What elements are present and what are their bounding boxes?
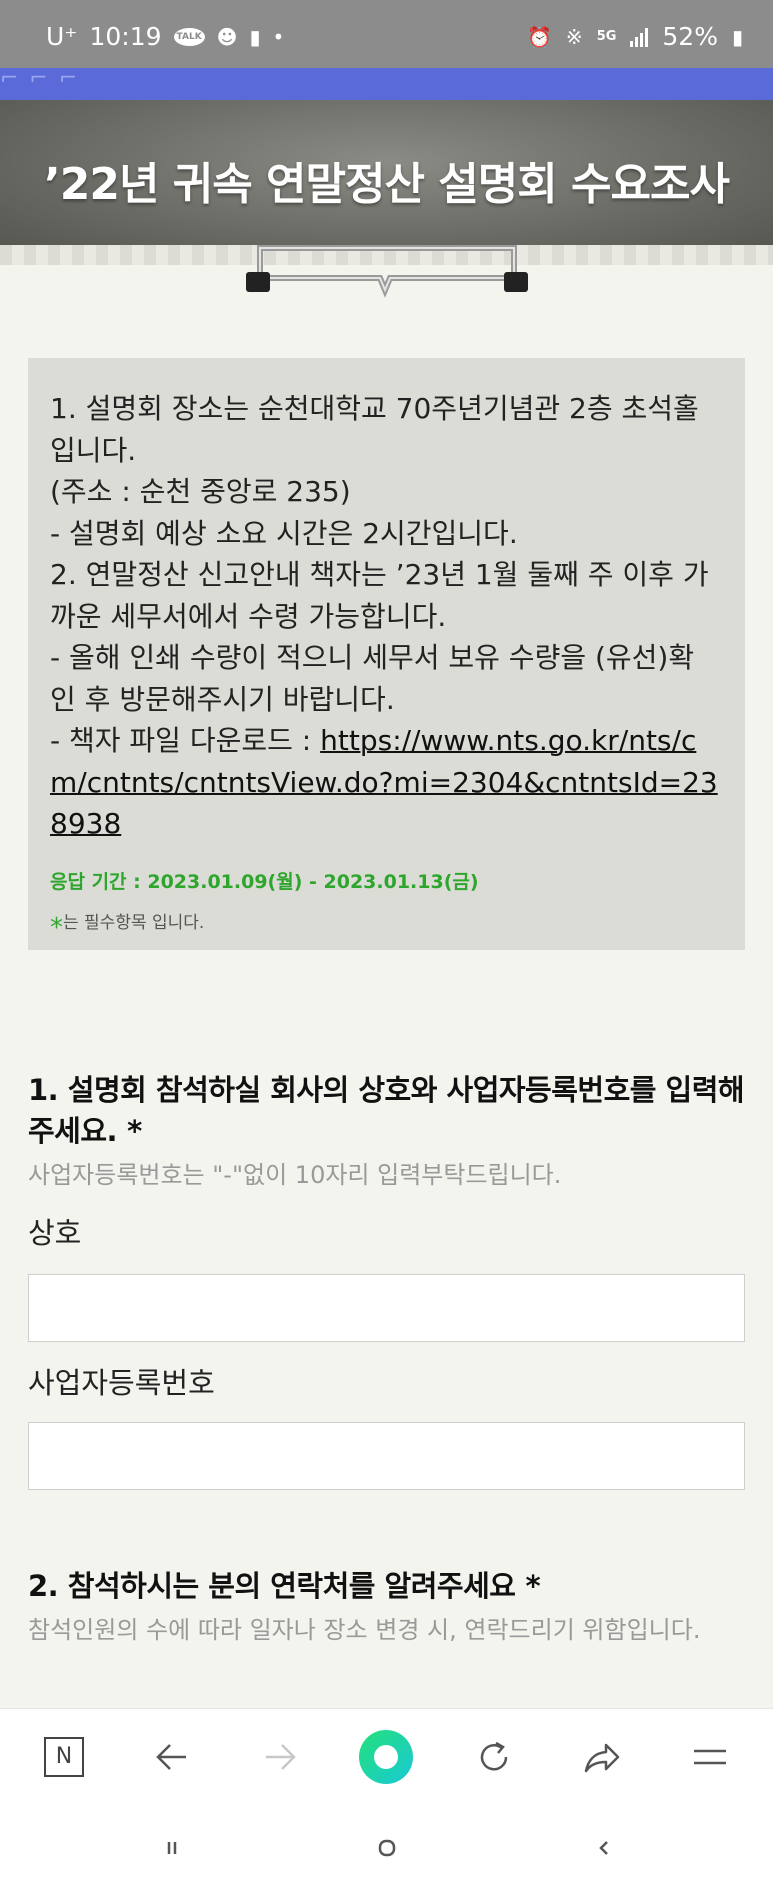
home-icon bbox=[378, 1839, 396, 1857]
share-icon bbox=[584, 1743, 620, 1773]
naver-home-button[interactable]: N bbox=[34, 1727, 94, 1787]
battery-level: 52% bbox=[662, 22, 718, 51]
top-toolbar-strip: ⌐ ⌐ ⌐ bbox=[0, 66, 773, 100]
home-button[interactable] bbox=[367, 1830, 407, 1866]
recent-apps-icon bbox=[167, 1842, 177, 1854]
signal-icon bbox=[630, 27, 649, 47]
company-name-input[interactable] bbox=[28, 1274, 745, 1342]
question-2-title: 2. 참석하시는 분의 연락처를 알려주세요 * bbox=[28, 1569, 541, 1603]
arrow-left-icon bbox=[156, 1744, 186, 1770]
reload-button[interactable] bbox=[464, 1727, 524, 1787]
question-1-description: 사업자등록번호는 "-"없이 10자리 입력부탁드립니다. bbox=[28, 1161, 562, 1189]
business-number-input[interactable] bbox=[28, 1422, 745, 1490]
company-name-label: 상호 bbox=[28, 1216, 82, 1250]
notice-body: 1. 설명회 장소는 순천대학교 70주년기념관 2층 초석홀입니다. (주소 … bbox=[50, 392, 709, 757]
status-bar: U⁺ 10:19 TALK ☻ ▮ • ⏰ ※ 5G 52% ▮ bbox=[0, 0, 773, 68]
green-dot-icon bbox=[359, 1730, 413, 1784]
alarm-icon: ⏰ bbox=[527, 24, 552, 49]
business-number-label: 사업자등록번호 bbox=[28, 1366, 215, 1400]
clipboard-clip-icon bbox=[246, 245, 528, 298]
question-2-description: 참석인원의 수에 따라 일자나 장소 변경 시, 연락드리기 위함입니다. bbox=[28, 1616, 701, 1644]
notice-box: 1. 설명회 장소는 순천대학교 70주년기념관 2층 초석홀입니다. (주소 … bbox=[28, 358, 745, 950]
forward-button[interactable] bbox=[250, 1727, 310, 1787]
question-1: 1. 설명회 참석하실 회사의 상호와 사업자등록번호를 입력해주세요. * 사업… bbox=[28, 1070, 748, 1194]
battery-icon: ▮ bbox=[731, 24, 743, 49]
required-star: * bbox=[50, 912, 63, 943]
required-star: * bbox=[525, 1569, 541, 1603]
app-notification-icon: ☻ bbox=[216, 24, 238, 49]
share-button[interactable] bbox=[572, 1727, 632, 1787]
arrow-right-icon bbox=[266, 1744, 296, 1770]
system-back-button[interactable] bbox=[584, 1830, 624, 1866]
recent-apps-button[interactable] bbox=[152, 1830, 192, 1866]
clock: 10:19 bbox=[89, 22, 162, 51]
chevron-left-icon bbox=[599, 1841, 608, 1855]
more-notifications-icon: • bbox=[272, 24, 285, 49]
carrier-label: U⁺ bbox=[46, 22, 78, 51]
naver-home-icon: N bbox=[44, 1737, 84, 1777]
question-2: 2. 참석하시는 분의 연락처를 알려주세요 * 참석인원의 수에 따라 일자나 … bbox=[28, 1566, 748, 1649]
bluetooth-icon: ※ bbox=[565, 24, 583, 49]
system-navigation-bar bbox=[0, 1806, 773, 1890]
green-dot-button[interactable] bbox=[356, 1727, 416, 1787]
menu-button[interactable] bbox=[680, 1727, 740, 1787]
reload-icon bbox=[480, 1741, 508, 1771]
browser-toolbar: N bbox=[0, 1708, 773, 1807]
required-note-text: 는 필수항목 입니다. bbox=[63, 912, 205, 933]
hamburger-menu-icon bbox=[694, 1749, 726, 1765]
survey-title: ’22년 귀속 연말정산 설명회 수요조사 bbox=[44, 159, 730, 210]
back-button[interactable] bbox=[142, 1727, 202, 1787]
required-note: *는 필수항목 입니다. bbox=[50, 908, 719, 943]
required-star: * bbox=[127, 1114, 142, 1148]
toolbar-partial-icon: ⌐ ⌐ ⌐ bbox=[0, 66, 80, 91]
question-1-title: 1. 설명회 참석하실 회사의 상호와 사업자등록번호를 입력해주세요. * bbox=[28, 1073, 745, 1148]
message-icon: ▮ bbox=[249, 24, 261, 49]
kakaotalk-icon: TALK bbox=[173, 27, 205, 46]
network-type-icon: 5G bbox=[596, 29, 617, 44]
response-period: 응답 기간 : 2023.01.09(월) - 2023.01.13(금) bbox=[50, 870, 479, 893]
